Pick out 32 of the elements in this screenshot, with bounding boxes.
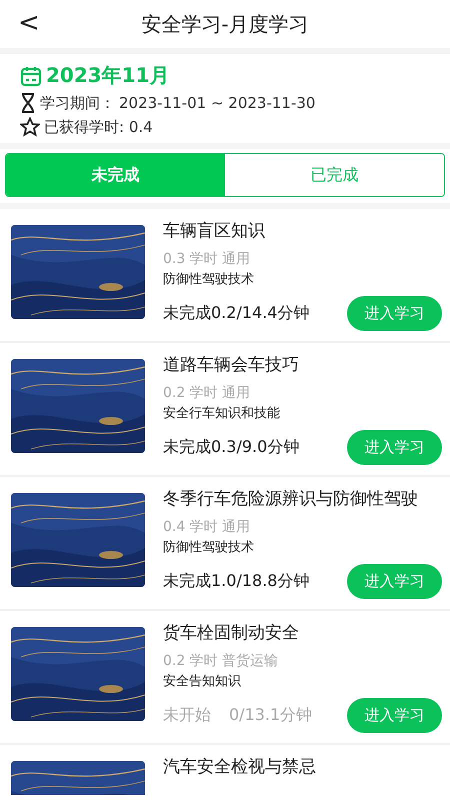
calendar-icon: [20, 64, 42, 86]
page-title: 安全学习-月度学习: [141, 10, 309, 38]
tab[interactable]: 未完成: [6, 154, 225, 196]
start-learning-button[interactable]: 进入学习: [347, 564, 442, 599]
progress-text: 未完成1.0/18.8分钟: [163, 571, 310, 592]
hours-text: 已获得学时: 0.4: [44, 118, 153, 136]
course-meta: 0.2 学时 普货运输: [163, 652, 280, 670]
progress-text: 未完成0.2/14.4分钟: [163, 303, 310, 324]
status-text: 未开始: [163, 705, 211, 724]
month-title: 2023年11月: [46, 62, 170, 89]
period-label: 学习期间：: [40, 94, 115, 112]
back-button[interactable]: <: [14, 8, 44, 38]
course-category: 防御性驾驶技术: [163, 539, 255, 556]
hourglass-icon: [20, 93, 36, 113]
course-title: 冬季行车危险源辨识与防御性驾驶: [163, 488, 419, 510]
course-title: 汽车安全检视与禁忌: [163, 756, 317, 778]
start-learning-button[interactable]: 进入学习: [347, 296, 442, 331]
course-title: 货车栓固制动安全: [163, 622, 300, 644]
start-learning-button[interactable]: 进入学习: [347, 430, 442, 465]
duration-text: 0/13.1分钟: [229, 705, 312, 724]
course-category: 安全行车知识和技能: [163, 405, 281, 422]
progress-text: 未完成0.3/9.0分钟: [163, 437, 300, 458]
star-icon: [20, 117, 40, 137]
period-text: 2023-11-01 ~ 2023-11-30: [119, 94, 316, 112]
start-learning-button[interactable]: 进入学习: [347, 698, 442, 733]
course-meta: 0.3 学时 通用: [163, 250, 252, 268]
course-title: 道路车辆会车技巧: [163, 354, 300, 376]
course-category: 安全告知知识: [163, 673, 242, 690]
course-category: 防御性驾驶技术: [163, 271, 255, 288]
course-meta: 0.4 学时 通用: [163, 518, 252, 536]
course-meta: 0.2 学时 通用: [163, 384, 252, 402]
course-title: 车辆盲区知识: [163, 220, 266, 242]
